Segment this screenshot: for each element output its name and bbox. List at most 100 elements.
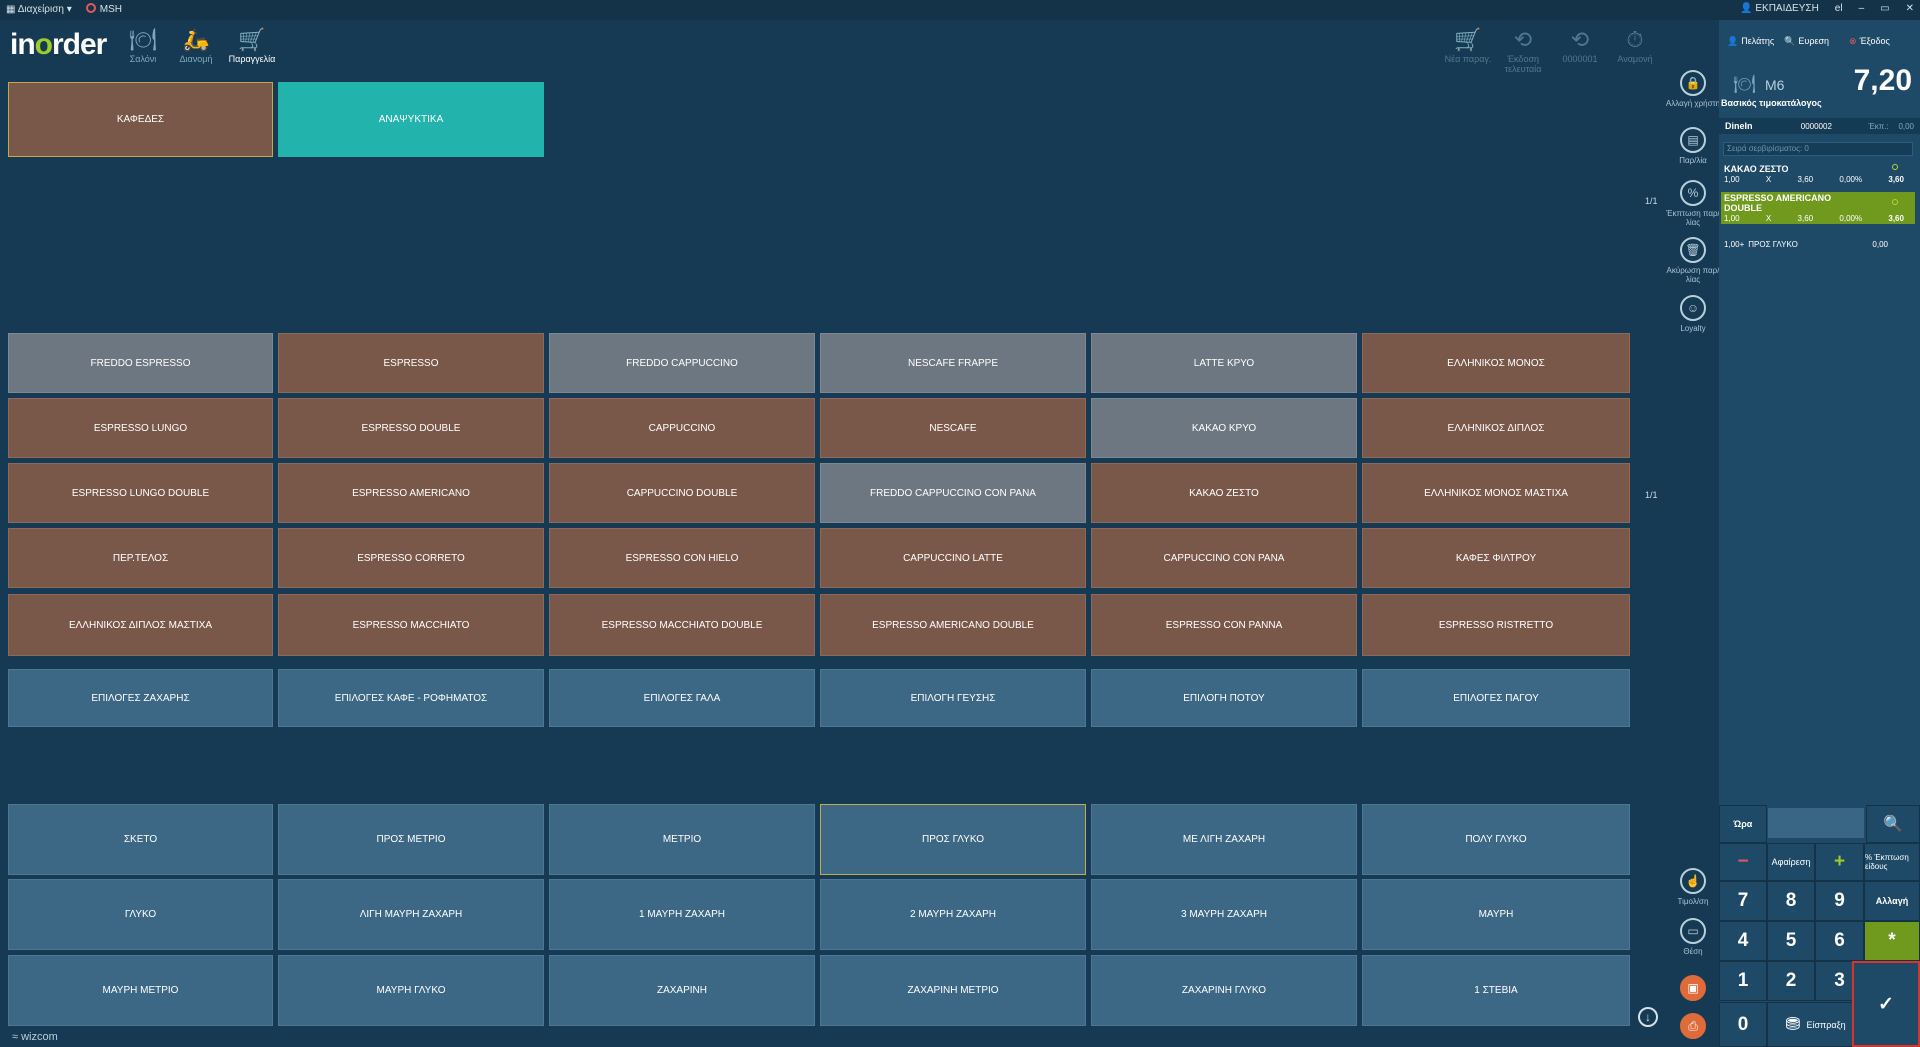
option-button[interactable]: ΠΟΛΥ ΓΛΥΚΟ [1362,804,1630,875]
restore-icon[interactable]: ▭ [1880,3,1889,14]
language-indicator[interactable]: el [1835,3,1843,14]
option-group-button[interactable]: ΕΠΙΛΟΓΕΣ ΠΑΓΟΥ [1362,669,1630,727]
option-button[interactable]: ΜΕ ΛΙΓΗ ΖΑΧΑΡΗ [1091,804,1357,875]
confirm-button[interactable]: ✓ [1852,961,1920,1047]
product-button[interactable]: ESPRESSO RISTRETTO [1362,594,1630,656]
digit-key[interactable]: 7 [1719,881,1767,921]
minus-button[interactable]: − [1719,843,1767,881]
digit-key[interactable]: 0 [1719,1002,1767,1047]
product-button[interactable]: ESPRESSO DOUBLE [278,398,544,458]
tool-wait[interactable]: ⏱ Αναμονή [1607,26,1663,64]
product-button[interactable]: ESPRESSO CORRETO [278,528,544,588]
change-user-button[interactable]: 🔒 Αλλαγή χρήστη [1665,70,1721,108]
product-button[interactable]: FREDDO CAPPUCCINO [549,333,815,393]
product-button[interactable]: ESPRESSO MACCHIATO [278,594,544,656]
digit-key[interactable]: 6 [1815,921,1864,961]
product-button[interactable]: ΚΑΦΕΣ ΦΙΛΤΡΟΥ [1362,528,1630,588]
option-button[interactable]: 2 ΜΑΥΡΗ ΖΑΧΑΡΗ [820,879,1086,950]
product-button[interactable]: ESPRESSO AMERICANO DOUBLE [820,594,1086,656]
digit-key[interactable]: 1 [1719,961,1767,1001]
product-button[interactable]: ESPRESSO AMERICANO [278,463,544,523]
user-indicator[interactable]: 👤 ΕΚΠΑΙΔΕΥΣΗ [1740,3,1819,14]
tool-order-number[interactable]: ⟲ 0000001 [1552,26,1608,64]
invoicing-button[interactable]: ☝ Τιμολ/ση [1665,868,1721,906]
order-line[interactable]: ΚΑΚΑΟ ΖΕΣΤΟ 1,00 X 3,60 0,00% 3,60 [1721,163,1915,185]
subtract-button[interactable]: Αφαίρεση [1767,843,1815,881]
product-button[interactable]: FREDDO CAPPUCCINO CON PANA [820,463,1086,523]
product-button[interactable]: ΠΕΡ.ΤΕΛΟΣ [8,528,273,588]
product-button[interactable]: ΕΛΛΗΝΙΚΟΣ ΜΟΝΟΣ [1362,333,1630,393]
plus-button[interactable]: + [1815,843,1864,881]
product-button[interactable]: CAPPUCCINO LATTE [820,528,1086,588]
cash-register-button[interactable]: ▣ [1665,975,1721,1004]
option-button[interactable]: ΜΑΥΡΗ ΓΛΥΚΟ [278,955,544,1026]
option-group-button[interactable]: ΕΠΙΛΟΓΕΣ ΚΑΦΕ - ΡΟΦΗΜΑΤΟΣ [278,669,544,727]
order-line-selected[interactable]: ESPRESSO AMERICANO DOUBLE 1,00 X 3,60 0,00%… [1721,192,1915,224]
option-button[interactable]: ΜΑΥΡΗ [1362,879,1630,950]
option-button[interactable]: ΣΚΕΤΟ [8,804,273,875]
product-button[interactable]: ΕΛΛΗΝΙΚΟΣ ΜΟΝΟΣ ΜΑΣΤΙΧΑ [1362,463,1630,523]
search-button[interactable]: 🔍 Ευρεση [1784,36,1829,47]
time-input[interactable] [1768,808,1864,838]
loyalty-button[interactable]: ☺ Loyalty [1665,295,1721,333]
tool-issue-last[interactable]: ⟲ Έκδοση τελευταία [1495,26,1551,74]
option-group-button[interactable]: ΕΠΙΛΟΓΗ ΠΟΤΟΥ [1091,669,1357,727]
admin-menu[interactable]: ▦ Διαχείριση ▾ [6,4,72,15]
scroll-down-icon[interactable]: ↓ [1638,1007,1658,1027]
digit-key[interactable]: 9 [1815,881,1864,921]
serving-order[interactable]: Σειρά σερβιρίσματος: 0 [1723,142,1913,156]
product-button[interactable]: ESPRESSO CON HIELO [549,528,815,588]
order-list-button[interactable]: ▤ Παρ/λία [1665,127,1721,165]
product-button[interactable]: ΕΛΛΗΝΙΚΟΣ ΔΙΠΛΟΣ ΜΑΣΤΙΧΑ [8,594,273,656]
digit-key[interactable]: 8 [1767,881,1815,921]
exit-button[interactable]: ⊗ Έξοδος [1849,36,1890,47]
product-button[interactable]: CAPPUCCINO CON PANA [1091,528,1357,588]
minimize-icon[interactable]: – [1859,3,1865,14]
print-button[interactable]: ⎙ [1665,1013,1721,1042]
option-button[interactable]: ΠΡΟΣ ΜΕΤΡΙΟ [278,804,544,875]
digit-key[interactable]: 2 [1767,961,1815,1001]
product-button[interactable]: ESPRESSO CON PANNA [1091,594,1357,656]
product-button[interactable]: CAPPUCCINO DOUBLE [549,463,815,523]
table-name[interactable]: M6 [1765,77,1784,93]
option-button[interactable]: ΖΑΧΑΡΙΝΗ ΜΕΤΡΙΟ [820,955,1086,1026]
tool-new-order[interactable]: 🛒 Νέα παραγ. [1440,26,1496,64]
option-button[interactable]: 3 ΜΑΥΡΗ ΖΑΧΑΡΗ [1091,879,1357,950]
product-button[interactable]: ΚΑΚΑΟ ΚΡΥΟ [1091,398,1357,458]
product-button[interactable]: CAPPUCCINO [549,398,815,458]
order-discount-button[interactable]: % Έκπτωση παρ/λίας [1665,180,1721,227]
search-icon[interactable]: 🔍 [1866,805,1920,843]
product-button[interactable]: ESPRESSO LUNGO DOUBLE [8,463,273,523]
tool-order[interactable]: 🛒 Παραγγελία [224,26,280,64]
option-button[interactable]: ΜΑΥΡΗ ΜΕΤΡΙΟ [8,955,273,1026]
product-button[interactable]: ΕΛΛΗΝΙΚΟΣ ΔΙΠΛΟΣ [1362,398,1630,458]
option-button[interactable]: 1 ΜΑΥΡΗ ΖΑΧΑΡΗ [549,879,815,950]
option-group-button[interactable]: ΕΠΙΛΟΓΕΣ ΓΑΛΑ [549,669,815,727]
tool-saloni[interactable]: 🍽 Σαλόνι [115,26,171,64]
option-button[interactable]: ΖΑΧΑΡΙΝΗ [549,955,815,1026]
item-discount-button[interactable]: % Έκπτωση είδους [1864,843,1920,881]
product-button[interactable]: ESPRESSO MACCHIATO DOUBLE [549,594,815,656]
product-button[interactable]: ESPRESSO [278,333,544,393]
product-button[interactable]: NESCAFE FRAPPE [820,333,1086,393]
digit-key[interactable]: 4 [1719,921,1767,961]
product-button[interactable]: ESPRESSO LUNGO [8,398,273,458]
product-button[interactable]: ΚΑΚΑΟ ΖΕΣΤΟ [1091,463,1357,523]
product-button[interactable]: LATTE ΚΡΥΟ [1091,333,1357,393]
category-coffees[interactable]: ΚΑΦΕΔΕΣ [8,82,273,157]
seat-button[interactable]: ▭ Θέση [1665,918,1721,956]
cancel-order-button[interactable]: 🗑 Ακύρωση παρ/λίας [1665,237,1721,284]
option-button[interactable]: ΖΑΧΑΡΙΝΗ ΓΛΥΚΟ [1091,955,1357,1026]
option-button[interactable]: ΠΡΟΣ ΓΛΥΚΟ [820,804,1086,875]
product-button[interactable]: FREDDO ESPRESSO [8,333,273,393]
category-soft-drinks[interactable]: ΑΝΑΨΥΚΤΙΚΑ [278,82,544,157]
tool-delivery[interactable]: 🛵 Διανομή [168,26,224,64]
digit-key[interactable]: 5 [1767,921,1815,961]
option-button[interactable]: ΜΕΤΡΙΟ [549,804,815,875]
option-button[interactable]: ΓΛΥΚΟ [8,879,273,950]
customer-button[interactable]: 👤 Πελάτης [1727,36,1774,47]
collect-button[interactable]: ⛃ Είσπραξη [1767,1002,1864,1047]
option-group-button[interactable]: ΕΠΙΛΟΓΕΣ ΖΑΧΑΡΗΣ [8,669,273,727]
modifier-line[interactable]: 1,00 + ΠΡΟΣ ΓΛΥΚΟ 0,00 [1721,238,1915,250]
option-button[interactable]: ΛΙΓΗ ΜΑΥΡΗ ΖΑΧΑΡΗ [278,879,544,950]
